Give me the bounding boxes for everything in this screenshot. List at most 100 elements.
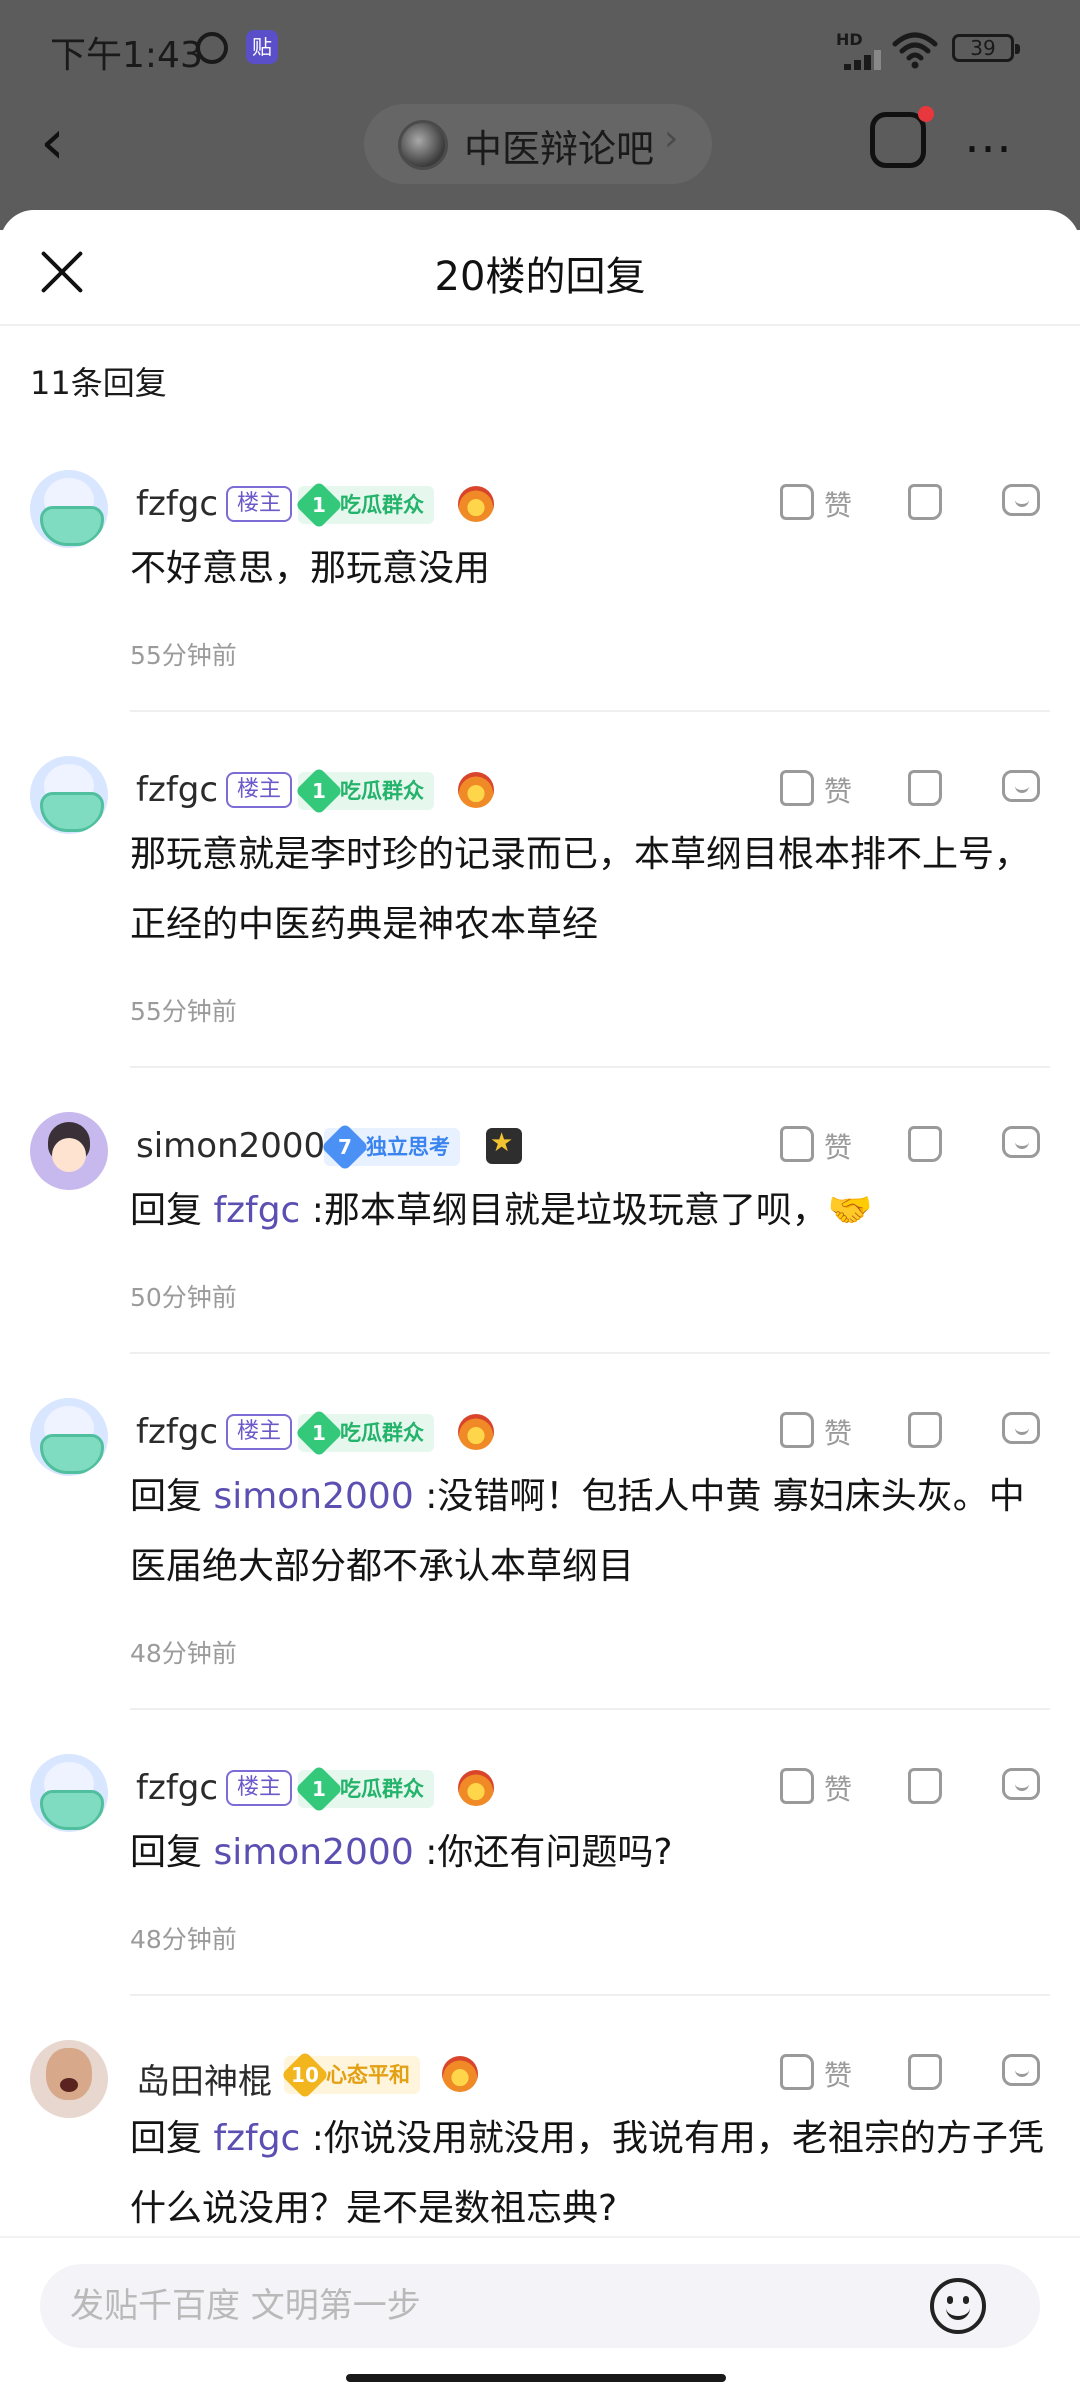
like-button[interactable]: 赞 bbox=[780, 478, 860, 528]
thumbs-up-icon bbox=[780, 1412, 814, 1448]
comment-icon bbox=[1002, 484, 1040, 516]
forum-link[interactable]: 中医辩论吧 › bbox=[364, 104, 712, 184]
reply-button[interactable] bbox=[1000, 2048, 1044, 2098]
level-badge: 1 吃瓜群众 bbox=[294, 480, 434, 530]
host-badge: 楼主 bbox=[226, 772, 293, 808]
like-button[interactable]: 赞 bbox=[780, 1762, 860, 1812]
dislike-button[interactable] bbox=[906, 2048, 946, 2098]
username[interactable]: 岛田神棍 bbox=[136, 2054, 272, 2103]
username[interactable]: simon2000 bbox=[136, 1126, 325, 1166]
reply-button[interactable] bbox=[1000, 478, 1044, 528]
comment-time: 55分钟前 bbox=[130, 997, 237, 1026]
edit-icon[interactable] bbox=[870, 112, 926, 168]
comment-text: 回复 fzfgc :你说没用就没用，我说有用，老祖宗的方子凭什么说没用？是不是数… bbox=[130, 2118, 1044, 2229]
comment-text: 回复 fzfgc :那本草纲目就是垃圾玩意了呗，🤝 bbox=[130, 1190, 873, 1231]
level-badge: 10 心态平和 bbox=[280, 2050, 420, 2100]
emoji-icon[interactable] bbox=[930, 2278, 986, 2334]
username[interactable]: fzfgc bbox=[136, 1412, 218, 1452]
reply-button[interactable] bbox=[1000, 1762, 1044, 1812]
thumbs-down-icon bbox=[908, 1412, 942, 1448]
more-icon[interactable]: ⋯ bbox=[964, 120, 1014, 176]
like-button[interactable]: 赞 bbox=[780, 1120, 860, 1170]
reply-button[interactable] bbox=[1000, 764, 1044, 814]
comment-text: 不好意思，那玩意没用 bbox=[130, 548, 491, 589]
home-indicator[interactable] bbox=[346, 2374, 726, 2382]
mention-link[interactable]: simon2000 bbox=[213, 1476, 413, 1517]
divider bbox=[0, 324, 1080, 326]
level-badge: 1 吃瓜群众 bbox=[294, 1764, 434, 1814]
mention-link[interactable]: simon2000 bbox=[213, 1832, 413, 1873]
medal-icon bbox=[442, 2056, 478, 2092]
reply-button[interactable] bbox=[1000, 1120, 1044, 1170]
comment-icon bbox=[1002, 1412, 1040, 1444]
comment-text: 回复 simon2000 :你还有问题吗? bbox=[130, 1832, 673, 1873]
divider bbox=[130, 1066, 1050, 1068]
avatar[interactable] bbox=[30, 1398, 108, 1476]
medal-icon bbox=[458, 772, 494, 808]
comment-time: 48分钟前 bbox=[130, 1925, 237, 1954]
like-button[interactable]: 赞 bbox=[780, 2048, 860, 2098]
username[interactable]: fzfgc bbox=[136, 1768, 218, 1808]
back-button[interactable]: ‹ bbox=[40, 111, 90, 173]
thumbs-down-icon bbox=[908, 1768, 942, 1804]
chevron-right-icon: › bbox=[664, 118, 679, 159]
star-medal-icon bbox=[486, 1128, 522, 1164]
forum-avatar bbox=[398, 120, 448, 170]
avatar[interactable] bbox=[30, 470, 108, 548]
host-badge: 楼主 bbox=[226, 1414, 293, 1450]
comment-icon bbox=[1002, 2054, 1040, 2086]
comment-time: 55分钟前 bbox=[130, 641, 237, 670]
medal-icon bbox=[458, 1770, 494, 1806]
thumbs-up-icon bbox=[780, 2054, 814, 2090]
network-type: HD bbox=[836, 30, 863, 49]
alarm-icon bbox=[196, 32, 228, 64]
thumbs-down-icon bbox=[908, 770, 942, 806]
avatar[interactable] bbox=[30, 2040, 108, 2118]
signal-icon bbox=[836, 48, 884, 70]
mention-link[interactable]: fzfgc bbox=[213, 1190, 300, 1231]
medal-icon bbox=[458, 486, 494, 522]
thumbs-up-icon bbox=[780, 770, 814, 806]
thumbs-down-icon bbox=[908, 1126, 942, 1162]
reply-button[interactable] bbox=[1000, 1406, 1044, 1456]
like-button[interactable]: 赞 bbox=[780, 764, 860, 814]
avatar[interactable] bbox=[30, 1754, 108, 1832]
reply-count: 11条回复 bbox=[30, 364, 167, 402]
thumbs-up-icon bbox=[780, 1126, 814, 1162]
app-notification-icon: 贴 bbox=[246, 30, 278, 64]
comment-text: 那玩意就是李时珍的记录而已，本草纲目根本排不上号，正经的中医药典是神农本草经 bbox=[130, 834, 1031, 945]
dislike-button[interactable] bbox=[906, 1762, 946, 1812]
comment-input[interactable]: 发贴千百度 文明第一步 bbox=[40, 2264, 1040, 2348]
status-time: 下午1:43 bbox=[50, 35, 203, 76]
divider bbox=[130, 1994, 1050, 1996]
like-button[interactable]: 赞 bbox=[780, 1406, 860, 1456]
dislike-button[interactable] bbox=[906, 1406, 946, 1456]
avatar[interactable] bbox=[30, 1112, 108, 1190]
host-badge: 楼主 bbox=[226, 1770, 293, 1806]
comment-time: 48分钟前 bbox=[130, 1639, 237, 1668]
dislike-button[interactable] bbox=[906, 478, 946, 528]
divider bbox=[130, 1708, 1050, 1710]
replies-sheet: 20楼的回复 11条回复 fzfgc 楼主 1 吃瓜群众 赞 不好意思，那玩意没用… bbox=[0, 210, 1080, 2400]
avatar[interactable] bbox=[30, 756, 108, 834]
comment-input-bar: 发贴千百度 文明第一步 bbox=[0, 2236, 1080, 2400]
thumbs-up-icon bbox=[780, 1768, 814, 1804]
username[interactable]: fzfgc bbox=[136, 770, 218, 810]
comment-text: 回复 simon2000 :没错啊！包括人中黄 寡妇床头灰。中医届绝大部分都不承… bbox=[130, 1476, 1025, 1587]
username[interactable]: fzfgc bbox=[136, 484, 218, 524]
wifi-icon bbox=[892, 32, 938, 69]
dislike-button[interactable] bbox=[906, 764, 946, 814]
mention-link[interactable]: fzfgc bbox=[213, 2118, 300, 2159]
dislike-button[interactable] bbox=[906, 1120, 946, 1170]
thumbs-up-icon bbox=[780, 484, 814, 520]
forum-name: 中医辩论吧 bbox=[464, 127, 655, 171]
comment-time: 50分钟前 bbox=[130, 1283, 237, 1312]
battery-icon: 39 bbox=[952, 34, 1020, 62]
comment-icon bbox=[1002, 1768, 1040, 1800]
divider bbox=[130, 710, 1050, 712]
thumbs-down-icon bbox=[908, 484, 942, 520]
level-badge: 1 吃瓜群众 bbox=[294, 766, 434, 816]
comment-icon bbox=[1002, 770, 1040, 802]
level-badge: 7 独立思考 bbox=[320, 1122, 460, 1172]
host-badge: 楼主 bbox=[226, 486, 293, 522]
